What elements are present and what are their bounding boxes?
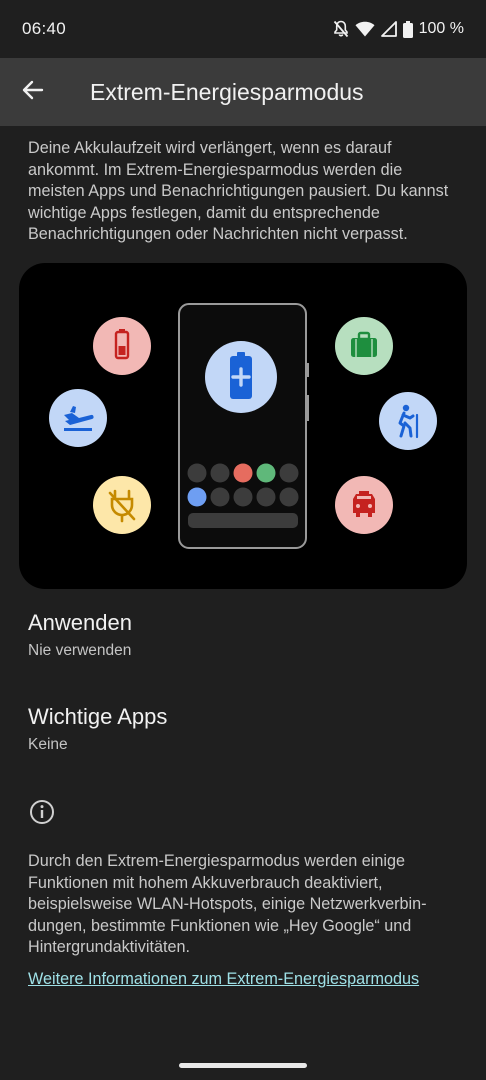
- battery-plus-icon: [230, 352, 252, 399]
- app-dot: [256, 487, 276, 507]
- illustration: [19, 263, 467, 589]
- status-bar: 06:40 100 %: [0, 0, 486, 58]
- status-time: 06:40: [22, 19, 67, 38]
- app-dot: [279, 463, 299, 483]
- setting-subtitle: Keine: [28, 736, 68, 753]
- info-icon: [28, 798, 56, 826]
- signal-icon: [380, 21, 397, 37]
- app-dot: [233, 463, 253, 483]
- app-dot: [187, 487, 207, 507]
- notifications-off-icon: [333, 20, 349, 38]
- setting-apply[interactable]: Anwenden Nie verwenden: [28, 610, 132, 660]
- back-button[interactable]: [0, 58, 66, 126]
- app-bar: Extrem-Energiesparmodus: [0, 58, 486, 126]
- battery-plus-bubble: [205, 341, 277, 413]
- taxi-bubble: [335, 476, 393, 534]
- footer-text: Durch den Extrem-Energiesparmodus werden…: [28, 852, 427, 956]
- app-dot: [279, 487, 299, 507]
- setting-title: Anwenden: [28, 610, 132, 635]
- power-off-bubble: [93, 476, 151, 534]
- airplane-bubble: [49, 389, 107, 447]
- setting-title: Wichtige Apps: [28, 704, 168, 729]
- setting-important-apps[interactable]: Wichtige Apps Keine: [28, 704, 167, 754]
- battery-low-bubble: [93, 317, 151, 375]
- battery-percent: 100 %: [418, 20, 464, 37]
- app-dot: [233, 487, 253, 507]
- learn-more-link[interactable]: Weitere Informationen zum Extrem-Energie…: [28, 970, 419, 989]
- wifi-icon: [355, 21, 375, 37]
- app-dot: [187, 463, 207, 483]
- hiking-bubble: [379, 392, 437, 450]
- battery-full-icon: [402, 20, 413, 38]
- gesture-nav-handle[interactable]: [179, 1063, 307, 1068]
- app-dot: [210, 463, 230, 483]
- content: Deine Akkulaufzeit wird verlängert, wenn…: [0, 126, 486, 988]
- description-text: Deine Akkulaufzeit wird verlängert, wenn…: [28, 139, 449, 243]
- app-dot: [256, 463, 276, 483]
- arrow-back-icon: [22, 79, 44, 106]
- setting-subtitle: Nie verwenden: [28, 642, 132, 659]
- app-dot: [210, 487, 230, 507]
- briefcase-bubble: [335, 317, 393, 375]
- status-icons: 100 %: [333, 20, 464, 38]
- page-title: Extrem-Energiesparmodus: [90, 78, 364, 105]
- phone-outline: [178, 303, 309, 549]
- search-bar-shape: [188, 513, 298, 528]
